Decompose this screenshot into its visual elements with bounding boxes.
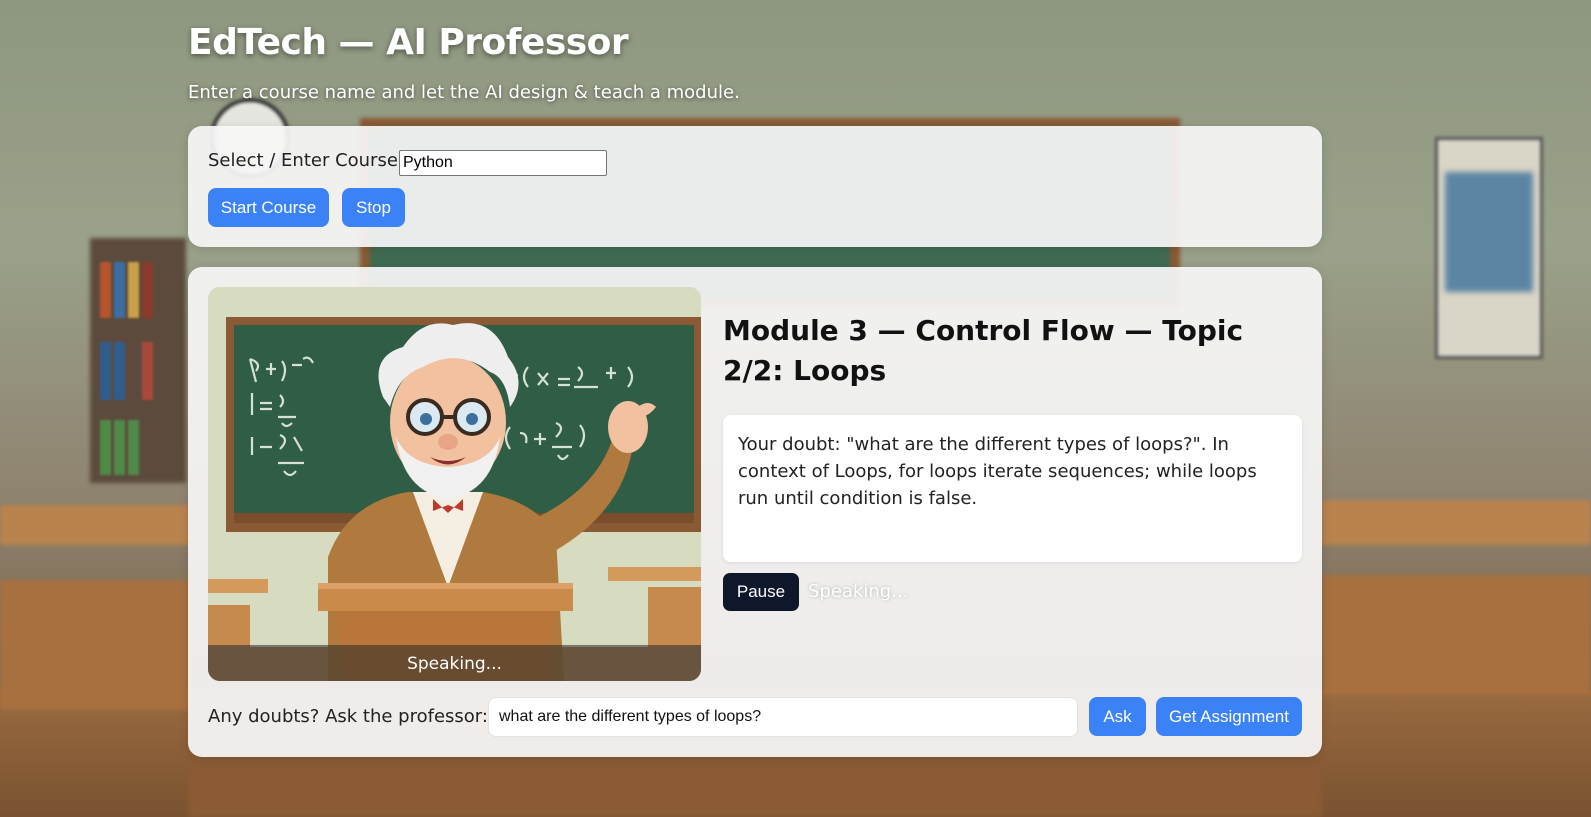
avatar-status-caption: Speaking... xyxy=(208,645,701,681)
professor-illustration xyxy=(208,287,701,681)
page-subtitle: Enter a course name and let the AI desig… xyxy=(188,82,740,103)
course-input[interactable] xyxy=(399,150,607,176)
stop-button[interactable]: Stop xyxy=(342,188,405,227)
lesson-panel: Speaking... Module 3 — Control Flow — To… xyxy=(188,267,1322,757)
doubt-input[interactable] xyxy=(488,697,1078,737)
start-course-button[interactable]: Start Course xyxy=(208,188,329,227)
speaking-status: Speaking... xyxy=(808,581,909,602)
topic-title: Module 3 — Control Flow — Topic 2/2: Loo… xyxy=(723,314,1244,387)
pause-button[interactable]: Pause xyxy=(723,573,799,611)
professor-answer: Your doubt: "what are the different type… xyxy=(723,415,1302,562)
get-assignment-button[interactable]: Get Assignment xyxy=(1156,697,1302,736)
doubt-label: Any doubts? Ask the professor: xyxy=(208,706,488,727)
ask-button[interactable]: Ask xyxy=(1089,697,1146,736)
page-title: EdTech — AI Professor xyxy=(188,22,629,63)
course-label: Select / Enter Course: xyxy=(208,150,404,171)
professor-avatar: Speaking... xyxy=(208,287,701,681)
course-panel: Select / Enter Course: Start Course Stop xyxy=(188,126,1322,247)
